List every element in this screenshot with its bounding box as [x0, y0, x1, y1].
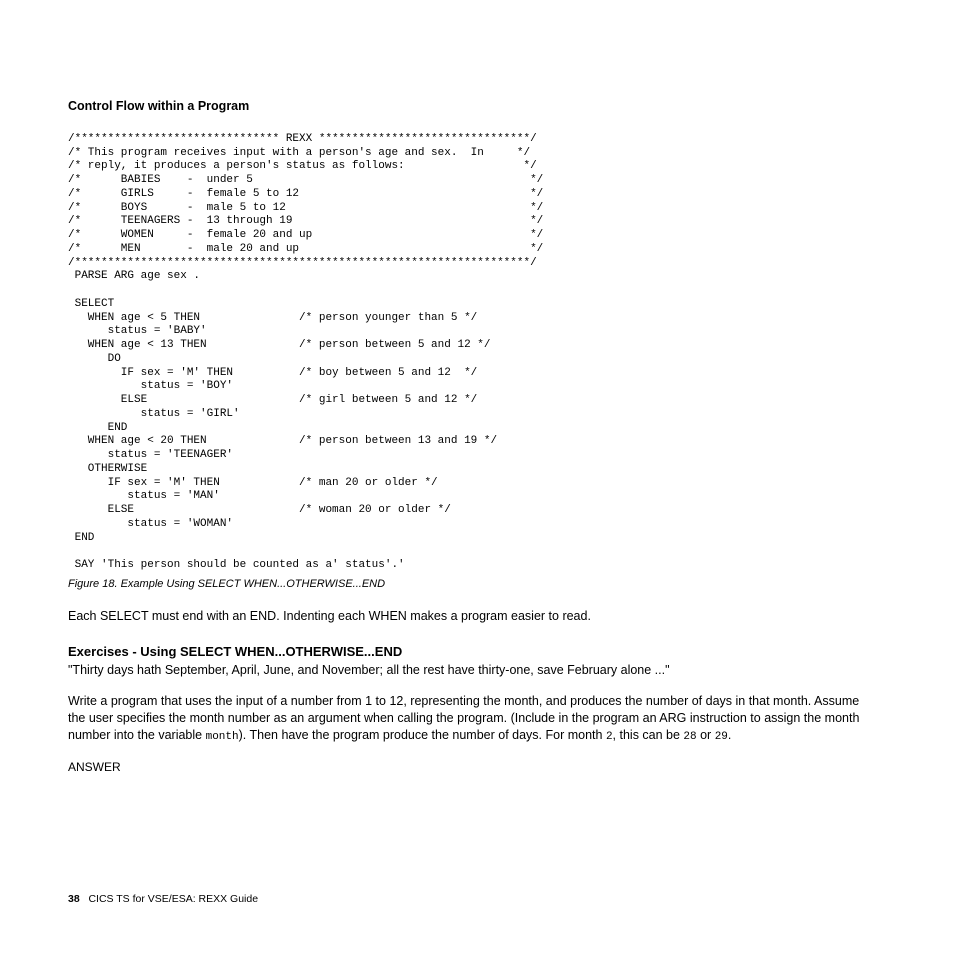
footer-text: CICS TS for VSE/ESA: REXX Guide — [88, 893, 258, 905]
inline-code-29: 29 — [715, 731, 728, 743]
body2-mid3: or — [697, 728, 715, 742]
page-number: 38 — [68, 893, 80, 905]
body2-mid2: , this can be — [613, 728, 684, 742]
inline-code-28: 28 — [683, 731, 696, 743]
body-paragraph-1: Each SELECT must end with an END. Indent… — [68, 608, 866, 625]
body2-mid: ). Then have the program produce the num… — [239, 728, 606, 742]
section-title: Control Flow within a Program — [68, 98, 866, 115]
body-paragraph-2: Write a program that uses the input of a… — [68, 693, 866, 745]
answer-label: ANSWER — [68, 759, 866, 775]
quote-text: "Thirty days hath September, April, June… — [68, 662, 866, 679]
exercises-heading: Exercises - Using SELECT WHEN...OTHERWIS… — [68, 643, 866, 661]
inline-code-2: 2 — [606, 731, 613, 743]
page-footer: 38 CICS TS for VSE/ESA: REXX Guide — [68, 892, 258, 906]
inline-code-month: month — [206, 731, 239, 743]
page: Control Flow within a Program /*********… — [0, 0, 954, 954]
code-block: /******************************* REXX **… — [68, 133, 866, 573]
body2-end: . — [728, 728, 731, 742]
figure-caption: Figure 18. Example Using SELECT WHEN...O… — [68, 577, 866, 592]
